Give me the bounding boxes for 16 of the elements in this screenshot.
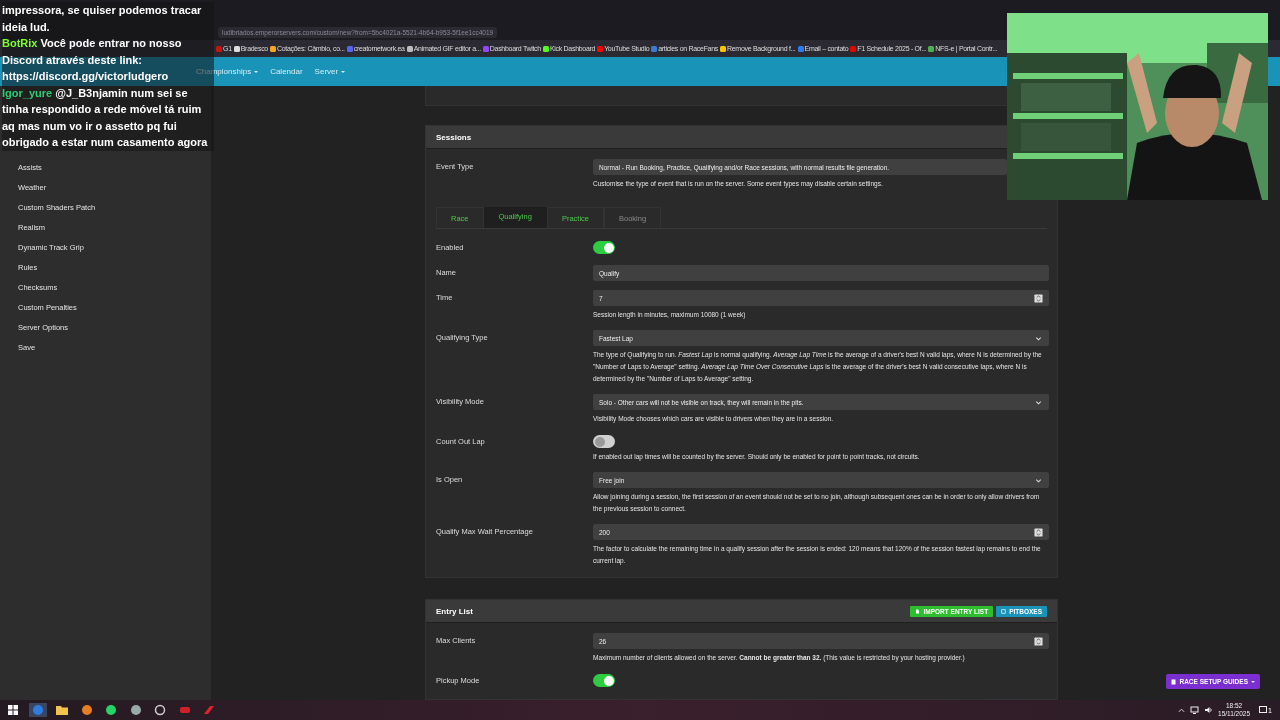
card-title: Entry List bbox=[436, 606, 473, 616]
document-icon bbox=[915, 608, 921, 614]
network-icon[interactable] bbox=[1190, 706, 1200, 714]
spinner-icon[interactable] bbox=[1034, 293, 1043, 303]
toggle-switch[interactable] bbox=[593, 674, 615, 687]
speaker-icon[interactable] bbox=[1204, 706, 1214, 714]
chevron-up-icon[interactable] bbox=[1178, 706, 1186, 714]
chat-message: Igor_yure @J_B3njamin num sei se tinha respondido a rede móvel tá ruim aq mas num vo ir o assetto pq fui obrigado a estar num casamento agora bbox=[2, 84, 214, 151]
spinner-icon[interactable] bbox=[1034, 527, 1043, 537]
card-title: Sessions bbox=[436, 132, 472, 142]
folder-icon[interactable] bbox=[53, 703, 71, 717]
toggle-switch[interactable] bbox=[593, 435, 615, 448]
toggle-switch[interactable] bbox=[593, 241, 615, 254]
spinner-icon[interactable] bbox=[1034, 636, 1043, 646]
browser-icon[interactable] bbox=[28, 703, 47, 717]
chat-message: impressora, se quiser podemos tracar ideia lud. bbox=[2, 2, 214, 35]
